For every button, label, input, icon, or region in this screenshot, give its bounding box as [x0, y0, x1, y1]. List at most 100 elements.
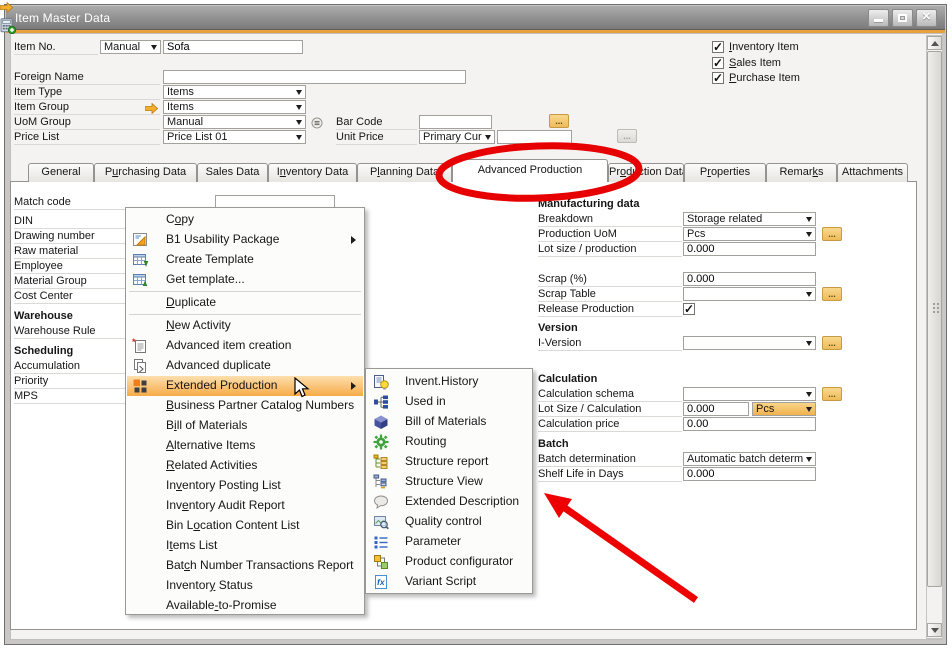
menu-item-related-activities[interactable]: Related Activities	[127, 456, 363, 476]
menu-item-available-to-promise[interactable]: Available-to-Promise	[127, 596, 363, 616]
submenu-item-variant-script[interactable]: fxVariant Script	[367, 572, 531, 592]
submenu-item-extended-description[interactable]: Extended Description	[367, 492, 531, 512]
menu-item-copy[interactable]: Copy	[127, 210, 363, 230]
i-version-browse-button[interactable]: ...	[822, 336, 842, 350]
window-titlebar[interactable]: Item Master Data ✕	[6, 6, 945, 30]
uom-group-label: UoM Group	[14, 116, 160, 130]
calculation-schema-browse-button[interactable]: ...	[822, 387, 842, 401]
submenu-item-label: Parameter	[405, 534, 461, 548]
tab-purchasing-data[interactable]: Purchasing Data	[94, 163, 197, 182]
menu-item-advanced-duplicate[interactable]: Advanced duplicate	[127, 356, 363, 376]
uom-group-dropdown[interactable]: Manual	[163, 115, 306, 129]
chevron-down-icon	[806, 457, 812, 462]
maximize-icon	[898, 14, 907, 22]
calculation-schema-dropdown[interactable]	[683, 387, 816, 401]
menu-separator	[129, 314, 361, 315]
tab-sales-data[interactable]: Sales Data	[197, 163, 268, 182]
chevron-down-icon	[806, 341, 812, 346]
lot-size-production-input[interactable]	[683, 242, 816, 256]
unit-price-currency-dropdown[interactable]: Primary Curren	[419, 130, 495, 144]
calculator-add-icon	[0, 18, 16, 39]
field-label-shelf-life-in-days: Shelf Life in Days	[538, 468, 682, 482]
lot-size-calculation-input[interactable]	[683, 402, 749, 416]
shelf-life-in-days-input[interactable]	[683, 467, 816, 481]
scroll-up-button[interactable]	[927, 36, 942, 50]
tab-attachments[interactable]: Attachments	[837, 163, 908, 182]
submenu-item-product-configurator[interactable]: Product configurator	[367, 552, 531, 572]
menu-item-items-list[interactable]: Items List	[127, 536, 363, 556]
calculator-add-holder[interactable]	[0, 18, 16, 39]
item-type-dropdown[interactable]: Items	[163, 85, 306, 99]
advanced-item-creation-icon: *	[132, 338, 148, 357]
calculation-price-input[interactable]	[683, 417, 816, 431]
checkbox-sales-item[interactable]	[712, 57, 724, 69]
bar-code-label: Bar Code	[336, 116, 417, 130]
tab-properties[interactable]: Properties	[684, 163, 766, 182]
submenu-item-invent-history[interactable]: Invent.History	[367, 372, 531, 392]
menu-item-label: Inventory Status	[166, 578, 253, 592]
menu-item-advanced-item-creation[interactable]: *Advanced item creation	[127, 336, 363, 356]
i-version-dropdown[interactable]	[683, 336, 816, 350]
menu-item-business-partner-catalog-numbers[interactable]: Business Partner Catalog Numbers	[127, 396, 363, 416]
submenu-item-structure-report[interactable]: Structure report	[367, 452, 531, 472]
submenu-item-quality-control[interactable]: Quality control	[367, 512, 531, 532]
menu-item-bill-of-materials[interactable]: Bill of Materials	[127, 416, 363, 436]
release-production-checkbox[interactable]	[683, 303, 695, 315]
menu-item-alternative-items[interactable]: Alternative Items	[127, 436, 363, 456]
submenu-item-routing[interactable]: Routing	[367, 432, 531, 452]
tab-planning-data[interactable]: Planning Data	[357, 163, 452, 182]
tab-production-data[interactable]: Production Data	[608, 163, 684, 182]
production-uom-browse-button[interactable]: ...	[822, 227, 842, 241]
checkbox-inventory-item[interactable]	[712, 41, 724, 53]
menu-item-batch-number-transactions-report[interactable]: Batch Number Transactions Report	[127, 556, 363, 576]
submenu-item-structure-view[interactable]: Structure View	[367, 472, 531, 492]
tab-general[interactable]: General	[28, 163, 94, 182]
minimize-button[interactable]	[868, 9, 889, 27]
menu-item-inventory-status[interactable]: Inventory Status	[127, 576, 363, 596]
tab-inventory-data[interactable]: Inventory Data	[268, 163, 357, 182]
item-group-dropdown[interactable]: Items	[163, 100, 306, 114]
maximize-button[interactable]	[892, 9, 913, 27]
field-label-i-version: I-Version	[538, 337, 682, 351]
scroll-down-button[interactable]	[927, 623, 942, 637]
scrollbar-thumb[interactable]	[927, 51, 942, 587]
bar-code-browse-button[interactable]: ...	[549, 114, 569, 128]
tab-advanced-production[interactable]: Advanced Production	[452, 159, 608, 182]
scrap-table-dropdown[interactable]	[683, 287, 816, 301]
link-arrow-holder[interactable]	[0, 0, 16, 18]
checkbox-purchase-item[interactable]	[712, 72, 724, 84]
batch-determination-dropdown[interactable]: Automatic batch determina	[683, 452, 816, 466]
menu-item-get-template-[interactable]: Get template...	[127, 270, 363, 290]
bar-code-input[interactable]	[419, 115, 492, 129]
breakdown-dropdown[interactable]: Storage related	[683, 212, 816, 226]
scrap-table-browse-button[interactable]: ...	[822, 287, 842, 301]
chevron-down-icon	[485, 135, 491, 140]
lot-size-calculation-unit-dropdown[interactable]: Pcs	[752, 402, 816, 416]
menu-item-new-activity[interactable]: New Activity	[127, 316, 363, 336]
unit-price-input[interactable]	[497, 130, 572, 144]
scrap--input[interactable]	[683, 272, 816, 286]
uom-detail-icon[interactable]	[311, 116, 323, 134]
submenu-item-used-in[interactable]: Used in	[367, 392, 531, 412]
menu-item-extended-production[interactable]: Extended Production	[127, 376, 363, 396]
price-list-dropdown[interactable]: Price List 01	[163, 130, 306, 144]
close-button[interactable]: ✕	[916, 9, 937, 27]
menu-item-create-template[interactable]: Create Template	[127, 250, 363, 270]
submenu-item-parameter[interactable]: Parameter	[367, 532, 531, 552]
submenu-item-bill-of-materials[interactable]: Bill of Materials	[367, 412, 531, 432]
context-menu: CopyB1 Usability PackageCreate TemplateG…	[125, 207, 365, 615]
field-label-scrap-table: Scrap Table	[538, 288, 682, 302]
unit-price-browse-button[interactable]: ...	[617, 129, 637, 143]
production-uom-dropdown[interactable]: Pcs	[683, 227, 816, 241]
foreign-name-input[interactable]	[163, 70, 466, 84]
menu-item-duplicate[interactable]: Duplicate	[127, 293, 363, 313]
submenu-item-label: Extended Description	[405, 494, 519, 508]
tab-remarks[interactable]: Remarks	[766, 163, 837, 182]
item-no-mode-dropdown[interactable]: Manual	[100, 40, 161, 54]
menu-item-b1-usability-package[interactable]: B1 Usability Package	[127, 230, 363, 250]
menu-item-inventory-posting-list[interactable]: Inventory Posting List	[127, 476, 363, 496]
menu-item-bin-location-content-list[interactable]: Bin Location Content List	[127, 516, 363, 536]
menu-item-label: Extended Production	[166, 378, 277, 392]
item-no-input[interactable]	[163, 40, 303, 54]
menu-item-inventory-audit-report[interactable]: Inventory Audit Report	[127, 496, 363, 516]
